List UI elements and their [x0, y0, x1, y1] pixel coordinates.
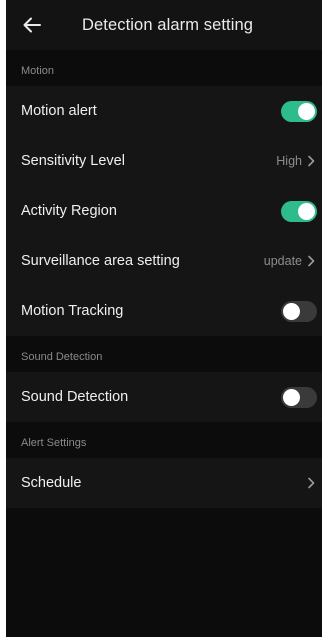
- toggle-knob: [298, 202, 315, 220]
- sound-detection-label: Sound Detection: [21, 389, 129, 405]
- motion-tracking-toggle[interactable]: [281, 300, 317, 322]
- surveillance-area-value: update: [263, 254, 302, 268]
- chevron-right-icon: [308, 477, 315, 489]
- toggle-knob: [283, 302, 300, 320]
- schedule-chevron-group: [306, 477, 316, 489]
- section-header-sound: Sound Detection: [21, 351, 103, 363]
- section-header-motion: Motion: [21, 65, 55, 77]
- toggle-knob: [283, 388, 300, 406]
- surveillance-area-label: Surveillance area setting: [21, 253, 180, 269]
- arrow-left-icon: [23, 17, 41, 33]
- activity-region-label: Activity Region: [21, 203, 117, 219]
- schedule-label: Schedule: [21, 475, 82, 491]
- chevron-right-icon: [308, 155, 315, 167]
- activity-region-toggle[interactable]: [281, 200, 317, 222]
- sensitivity-level-value: High: [276, 154, 302, 168]
- surveillance-area-row[interactable]: Surveillance area setting update: [6, 236, 322, 286]
- sensitivity-level-row[interactable]: Sensitivity Level High: [6, 136, 322, 186]
- section-header-alert: Alert Settings: [21, 437, 87, 449]
- top-bar: Detection alarm setting: [6, 0, 322, 50]
- sensitivity-level-label: Sensitivity Level: [21, 153, 125, 169]
- surveillance-area-value-group: update: [264, 254, 316, 268]
- page-title: Detection alarm setting: [82, 16, 254, 34]
- schedule-row[interactable]: Schedule: [6, 458, 322, 508]
- motion-tracking-label: Motion Tracking: [21, 303, 124, 319]
- motion-alert-toggle[interactable]: [281, 100, 317, 122]
- motion-alert-label: Motion alert: [21, 103, 97, 119]
- motion-alert-row: Motion alert: [6, 86, 322, 136]
- motion-tracking-row: Motion Tracking: [6, 286, 322, 336]
- app-screen: Detection alarm setting Motion Motion al…: [6, 0, 322, 637]
- back-button[interactable]: [20, 13, 44, 37]
- sensitivity-level-value-group: High: [276, 154, 316, 168]
- chevron-right-icon: [308, 255, 315, 267]
- sound-detection-toggle[interactable]: [281, 386, 317, 408]
- toggle-knob: [298, 102, 315, 120]
- sound-detection-row: Sound Detection: [6, 372, 322, 422]
- activity-region-row: Activity Region: [6, 186, 322, 236]
